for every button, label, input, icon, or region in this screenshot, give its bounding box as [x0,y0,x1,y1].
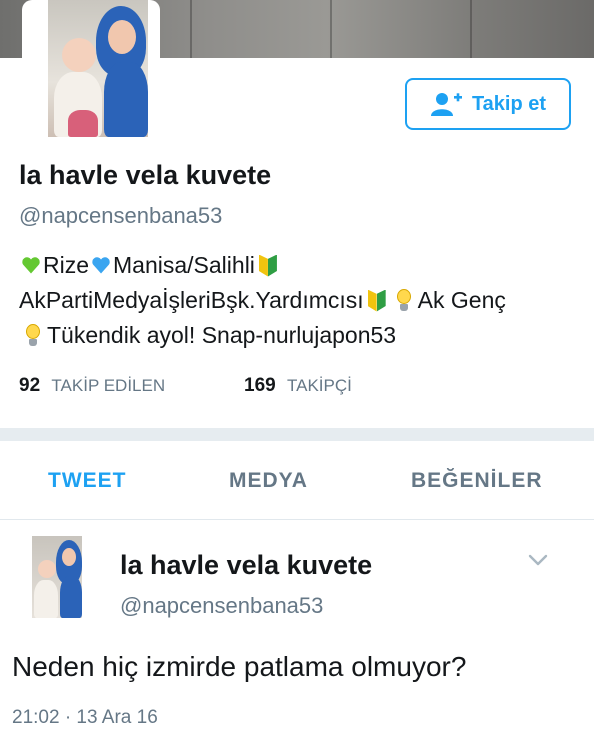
followers-stat[interactable]: 169 TAKİPÇİ [244,375,352,397]
beginner-shield-icon [259,255,277,277]
bio-text-location: Manisa/Salihli [113,252,255,278]
following-stat[interactable]: 92 TAKİP EDİLEN [19,375,244,397]
profile-bio: Rize Manisa/Salihli AkPartiMedyaİşleriBş… [19,248,579,353]
bio-text-snap: Tükendik ayol! Snap-nurlujapon53 [47,322,397,348]
profile-tabs: TWEET MEDYA BEĞENİLER [0,441,594,520]
profile-handle[interactable]: @napcensenbana53 [19,203,222,229]
follow-button-label: Takip et [471,92,547,115]
followers-label: TAKİPÇİ [286,376,352,395]
chevron-down-icon[interactable] [527,552,549,568]
tab-tweet[interactable]: TWEET [48,469,127,493]
tweet-avatar[interactable] [32,536,82,618]
follow-button[interactable]: Takip et [405,78,571,130]
followers-count: 169 [244,375,276,396]
profile-name: la havle vela kuvete [19,160,272,190]
section-divider [0,428,594,441]
profile-stats: 92 TAKİP EDİLEN 169 TAKİPÇİ [19,375,352,397]
bio-text-akgenc: Ak Genç [417,287,506,313]
tweet-text: Neden hiç izmirde patlama olmuyor? [12,651,467,682]
bio-text-rize: Rize [43,252,90,278]
profile-avatar-frame[interactable] [22,0,160,140]
green-heart-icon [21,256,41,276]
follow-user-icon [430,93,462,116]
tab-likes[interactable]: BEĞENİLER [411,469,543,493]
tab-media[interactable]: MEDYA [229,469,308,493]
profile-avatar[interactable] [48,0,148,137]
blue-heart-icon [91,256,111,276]
light-bulb-icon [396,288,412,313]
tweet-author-handle[interactable]: @napcensenbana53 [120,593,323,619]
following-label: TAKİP EDİLEN [51,376,166,395]
light-bulb-icon [25,323,41,348]
bio-text-title: AkPartiMedyaİşleriBşk.Yardımcısı [19,287,364,313]
beginner-shield-icon [368,290,386,312]
following-count: 92 [19,375,41,396]
tweet-timestamp[interactable]: 21:02 · 13 Ara 16 [12,707,158,729]
tweet-author-name[interactable]: la havle vela kuvete [120,550,372,581]
